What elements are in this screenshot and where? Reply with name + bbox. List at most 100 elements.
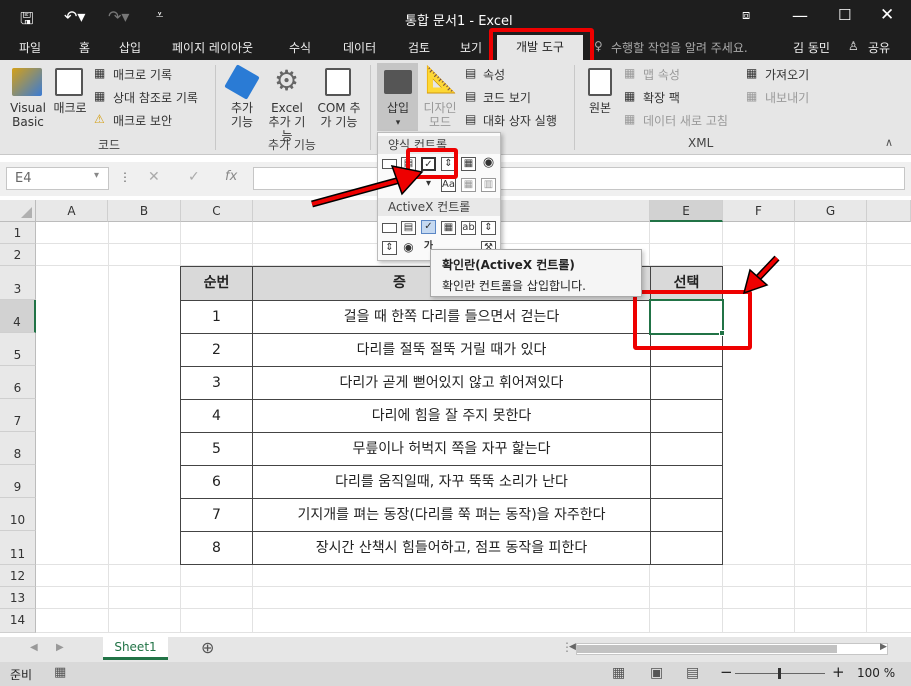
table-cell-select[interactable]: [650, 465, 723, 499]
visual-basic-button[interactable]: Visual Basic: [8, 101, 48, 129]
undo-icon[interactable]: ↶▾: [64, 7, 85, 26]
cancel-icon[interactable]: ✕: [148, 169, 160, 185]
table-cell-no[interactable]: 2: [180, 333, 253, 367]
add-sheet-icon[interactable]: ⊕: [201, 638, 214, 657]
table-cell-symptom[interactable]: 장시간 산책시 힘들어하고, 점프 동작을 피한다: [252, 531, 651, 565]
column-header-h[interactable]: [867, 200, 911, 222]
save-icon[interactable]: 🖫: [20, 8, 34, 35]
macros-button[interactable]: 매크로: [50, 101, 90, 115]
table-cell-select[interactable]: [650, 498, 723, 532]
relative-ref-button[interactable]: 상대 참조로 기록: [113, 89, 198, 106]
row-header-14[interactable]: 14: [0, 609, 36, 633]
table-cell-no[interactable]: 6: [180, 465, 253, 499]
table-cell-select[interactable]: [650, 432, 723, 466]
column-header-a[interactable]: A: [36, 200, 108, 222]
row-header-13[interactable]: 13: [0, 587, 36, 609]
name-box-chevron-icon[interactable]: ▾: [94, 170, 99, 181]
column-header-f[interactable]: F: [723, 200, 795, 222]
customize-qat-icon[interactable]: ⩡: [156, 8, 163, 23]
scroll-left-icon[interactable]: ◀: [569, 642, 576, 652]
table-cell-no[interactable]: 1: [180, 300, 253, 334]
table-cell-no[interactable]: 5: [180, 432, 253, 466]
tab-view[interactable]: 보기: [460, 39, 482, 56]
column-header-g[interactable]: G: [795, 200, 867, 222]
expansion-packs-button[interactable]: 확장 팩: [643, 89, 680, 106]
table-cell-no[interactable]: 4: [180, 399, 253, 433]
table-cell-symptom[interactable]: 걸을 때 한쪽 다리를 들으면서 걷는다: [252, 300, 651, 334]
table-cell-symptom[interactable]: 기지개를 펴는 동장(다리를 쭉 펴는 동작)을 자주한다: [252, 498, 651, 532]
close-icon[interactable]: ✕: [880, 5, 894, 25]
tab-file[interactable]: 파일: [19, 39, 41, 56]
table-cell-symptom[interactable]: 다리를 절뚝 절뚝 거릴 때가 있다: [252, 333, 651, 367]
edit-box-control-icon[interactable]: ▦: [461, 178, 476, 192]
column-header-c[interactable]: C: [181, 200, 253, 222]
view-code-button[interactable]: 코드 보기: [483, 89, 531, 106]
scroll-bar-activex-icon[interactable]: ⇕: [481, 221, 496, 235]
row-header-7[interactable]: 7: [0, 399, 36, 432]
com-addins-button[interactable]: COM 추가 기능: [312, 101, 366, 129]
insert-controls-button[interactable]: 삽입: [380, 101, 416, 115]
sheet-tab-sheet1[interactable]: Sheet1: [103, 637, 168, 660]
page-break-view-icon[interactable]: ▤: [686, 665, 699, 681]
row-header-6[interactable]: 6: [0, 366, 36, 399]
zoom-out-icon[interactable]: −: [720, 663, 733, 681]
tab-home[interactable]: 홈: [79, 39, 90, 56]
select-all-button[interactable]: [0, 200, 36, 222]
horizontal-scrollbar[interactable]: [576, 643, 888, 655]
addins-button[interactable]: 추가 기능: [226, 101, 258, 129]
export-button[interactable]: 내보내기: [765, 89, 809, 106]
spin-button-activex-icon[interactable]: ⇕: [382, 241, 397, 255]
column-header-b[interactable]: B: [108, 200, 181, 222]
table-cell-no[interactable]: 8: [180, 531, 253, 565]
table-cell-symptom[interactable]: 다리가 곧게 뻗어있지 않고 휘어져있다: [252, 366, 651, 400]
list-box-control-icon[interactable]: ▦: [461, 157, 476, 171]
text-box-activex-icon[interactable]: ab: [461, 221, 476, 235]
option-button-activex-icon[interactable]: ◉: [401, 241, 416, 255]
row-header-5[interactable]: 5: [0, 333, 36, 366]
row-header-10[interactable]: 10: [0, 498, 36, 531]
table-cell-symptom[interactable]: 무릎이나 허벅지 쪽을 자꾸 핥는다: [252, 432, 651, 466]
ribbon-display-icon[interactable]: ⧈: [742, 8, 750, 23]
table-cell-symptom[interactable]: 다리를 움직일때, 자꾸 뚝뚝 소리가 난다: [252, 465, 651, 499]
combo-box-activex-icon[interactable]: ▤: [401, 221, 416, 235]
maximize-icon[interactable]: ☐: [838, 6, 851, 24]
tab-insert[interactable]: 삽입: [119, 39, 141, 56]
map-properties-button[interactable]: 맵 속성: [643, 66, 680, 83]
tab-data[interactable]: 데이터: [343, 39, 376, 56]
checkbox-activex-icon[interactable]: ✓: [421, 220, 436, 234]
table-cell-no[interactable]: 3: [180, 366, 253, 400]
import-button[interactable]: 가져오기: [765, 66, 809, 83]
row-header-1[interactable]: 1: [0, 222, 36, 244]
zoom-in-icon[interactable]: +: [832, 663, 845, 681]
user-name[interactable]: 김 동민: [793, 39, 830, 56]
row-header-9[interactable]: 9: [0, 465, 36, 498]
collapse-ribbon-icon[interactable]: ∧: [885, 136, 893, 149]
macro-security-button[interactable]: 매크로 보안: [113, 112, 172, 129]
insert-function-button[interactable]: fx: [225, 169, 237, 184]
row-header-4[interactable]: 4: [0, 300, 36, 333]
list-box-activex-icon[interactable]: ▦: [441, 221, 456, 235]
redo-icon[interactable]: ↷▾: [108, 7, 129, 26]
row-header-2[interactable]: 2: [0, 244, 36, 266]
row-header-3[interactable]: 3: [0, 266, 36, 300]
table-cell-select[interactable]: [650, 531, 723, 565]
next-sheet-icon[interactable]: ▶: [56, 642, 64, 653]
normal-view-icon[interactable]: ▦: [612, 665, 625, 681]
design-mode-button[interactable]: 디자인 모드: [420, 101, 460, 129]
command-button-icon[interactable]: [382, 223, 397, 233]
table-cell-no[interactable]: 7: [180, 498, 253, 532]
record-macro-button[interactable]: 매크로 기록: [113, 66, 172, 83]
tab-review[interactable]: 검토: [408, 39, 430, 56]
option-button-control-icon[interactable]: ◉: [481, 156, 496, 171]
share-button[interactable]: 공유: [868, 39, 890, 56]
properties-button[interactable]: 속성: [483, 66, 505, 83]
column-header-e[interactable]: E: [650, 200, 723, 222]
table-cell-select[interactable]: [650, 399, 723, 433]
macro-record-icon[interactable]: ▦: [54, 665, 66, 680]
share-icon[interactable]: ♙: [848, 39, 859, 53]
refresh-data-button[interactable]: 데이터 새로 고침: [643, 112, 728, 129]
scroll-right-icon[interactable]: ▶: [880, 642, 887, 652]
prev-sheet-icon[interactable]: ◀: [30, 642, 38, 653]
enter-icon[interactable]: ✓: [188, 169, 200, 185]
zoom-level[interactable]: 100 %: [857, 666, 895, 680]
